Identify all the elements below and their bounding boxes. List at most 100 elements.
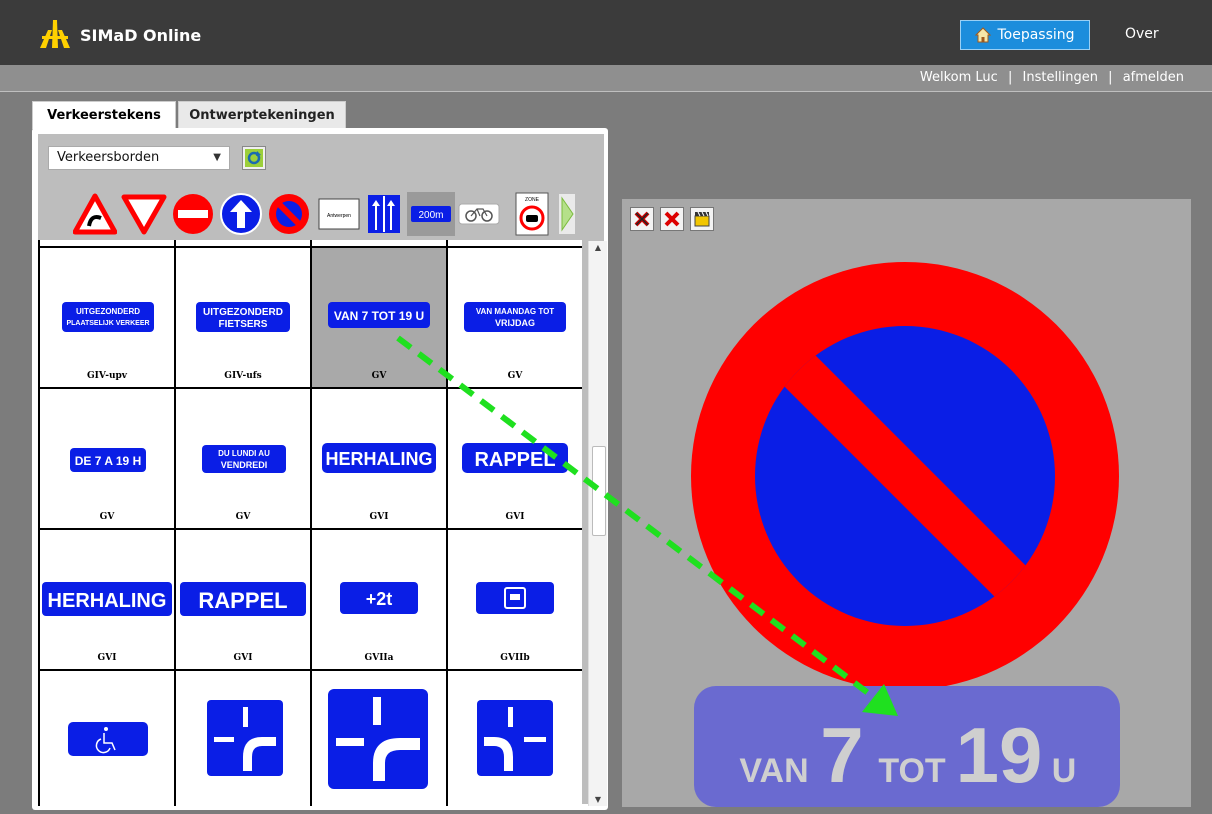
sign-cell-gvi[interactable]: HERHALING GVI [312, 389, 446, 528]
bicycle-plate-icon[interactable] [457, 198, 501, 230]
chevron-right-icon[interactable] [559, 194, 575, 234]
svg-text:VAN 7 TOT 19 U: VAN 7 TOT 19 U [334, 309, 424, 323]
preview-toolbar [630, 207, 714, 231]
svg-text:PLAATSELIJK VERKEER: PLAATSELIJK VERKEER [66, 320, 149, 327]
over-link[interactable]: Over [1125, 26, 1159, 42]
sign-image: +2t [340, 582, 418, 614]
no-entry-sign-icon[interactable] [171, 192, 215, 236]
lane-sign-icon[interactable] [367, 194, 401, 234]
time-plate-preview[interactable]: VAN 7 TOT 19 U [694, 686, 1120, 807]
clapboard-icon [694, 211, 710, 227]
sign-cell-gv[interactable]: DE 7 A 19 H GV [40, 389, 174, 528]
antwerpen-icon-text: Antwerpen [327, 213, 351, 219]
delete-x-icon [634, 211, 650, 227]
junction-sign-icon [328, 689, 428, 789]
svg-text:+2t: +2t [366, 589, 393, 609]
refresh-icon [245, 149, 263, 167]
scroll-thumb[interactable] [592, 446, 606, 536]
tab-ontwerptekeningen[interactable]: Ontwerptekeningen [178, 101, 346, 129]
svg-text:RAPPEL: RAPPEL [198, 588, 287, 613]
sign-preview-canvas[interactable]: VAN 7 TOT 19 U [622, 199, 1191, 807]
sign-label: GVI [97, 653, 117, 663]
delete-selected-button[interactable] [630, 207, 654, 231]
sign-cell[interactable] [312, 240, 446, 246]
sign-cell-giv-ufs[interactable]: UITGEZONDERD FIETSERS GIV-ufs [176, 248, 310, 387]
sign-cell-gviia[interactable]: +2t GVIIa [312, 530, 446, 669]
app-title: SIMaD Online [80, 26, 202, 45]
separator: | [1007, 70, 1013, 85]
sign-image: DU LUNDI AU VENDREDI [202, 445, 286, 473]
svg-text:DE 7 A 19 H: DE 7 A 19 H [75, 454, 141, 468]
toepassing-label: Toepassing [997, 27, 1075, 43]
sign-grid: UITGEZONDERD PLAATSELIJK VERKEER GIV-upv… [38, 240, 582, 806]
no-parking-sign-icon[interactable] [267, 192, 311, 236]
sign-cell-junction-big[interactable] [312, 671, 446, 806]
logout-link[interactable]: afmelden [1123, 70, 1184, 85]
sign-image: UITGEZONDERD PLAATSELIJK VERKEER [62, 302, 154, 332]
home-icon [975, 27, 992, 43]
yield-sign-icon[interactable] [121, 192, 167, 236]
direction-sign-icon[interactable]: Antwerpen [318, 198, 360, 230]
sign-cell[interactable] [40, 240, 174, 246]
welcome-text: Welkom Luc [919, 70, 998, 85]
road-logo-icon [40, 20, 70, 48]
sign-label: GV [99, 512, 115, 522]
sign-cell-gviib[interactable]: GVIIb [448, 530, 582, 669]
svg-text:DU LUNDI AU: DU LUNDI AU [218, 449, 270, 458]
chevron-down-icon: ▼ [213, 152, 221, 163]
zone-icon-text: ZONE [525, 197, 540, 203]
svg-text:VAN MAANDAG TOT: VAN MAANDAG TOT [476, 307, 554, 316]
sign-cell-gv[interactable]: DU LUNDI AU VENDREDI GV [176, 389, 310, 528]
sign-image: VAN MAANDAG TOT VRIJDAG [464, 302, 566, 332]
clapboard-button[interactable] [690, 207, 714, 231]
wheelchair-plate-icon [68, 722, 148, 756]
svg-text:HERHALING: HERHALING [48, 590, 167, 612]
tab-verkeerstekens[interactable]: Verkeerstekens [32, 101, 176, 129]
junction-sign-icon [207, 700, 283, 776]
sign-cell[interactable] [448, 240, 582, 246]
sign-cell-gvi[interactable]: HERHALING GVI [40, 530, 174, 669]
toepassing-button[interactable]: Toepassing [960, 20, 1090, 50]
sign-cell-gv[interactable]: VAN MAANDAG TOT VRIJDAG GV [448, 248, 582, 387]
sign-label: GIV-ufs [224, 371, 262, 381]
close-icon [664, 211, 680, 227]
svg-text:HERHALING: HERHALING [326, 449, 433, 469]
sign-image [476, 582, 554, 614]
plate-to: 19 [956, 711, 1043, 799]
svg-text:FIETSERS: FIETSERS [219, 319, 268, 330]
mandatory-arrow-sign-icon[interactable] [219, 192, 263, 236]
distance-plate-icon[interactable]: 200m [407, 192, 455, 236]
sign-label: GVI [233, 653, 253, 663]
sign-cell-junction-right[interactable] [448, 671, 582, 806]
warning-triangle-icon[interactable] [73, 192, 117, 236]
sign-cell-disabled-plate[interactable] [40, 671, 174, 806]
refresh-button[interactable] [242, 146, 266, 170]
sign-cell-gvi[interactable]: RAPPEL GVI [448, 389, 582, 528]
sign-cell-gv-selected[interactable]: VAN 7 TOT 19 U GV [312, 248, 446, 387]
sign-label: GVI [505, 512, 525, 522]
category-select-value: Verkeersborden [57, 150, 160, 165]
sign-grid-scrollbar[interactable]: ▲ ▼ [588, 241, 607, 806]
sign-cell-giv-upv[interactable]: UITGEZONDERD PLAATSELIJK VERKEER GIV-upv [40, 248, 174, 387]
settings-link[interactable]: Instellingen [1023, 70, 1099, 85]
plate-from: 7 [820, 711, 863, 799]
sign-label: GIV-upv [86, 371, 128, 381]
scroll-down-icon[interactable]: ▼ [589, 795, 607, 804]
no-parking-preview-sign[interactable] [690, 261, 1120, 691]
sign-image: HERHALING [42, 582, 172, 616]
separator: | [1108, 70, 1113, 85]
svg-text:VENDREDI: VENDREDI [221, 460, 268, 470]
sign-label: GVIIa [364, 653, 394, 663]
svg-text:RAPPEL: RAPPEL [474, 449, 555, 471]
zone-sign-icon[interactable]: ZONE [515, 192, 549, 236]
sign-category-bar: Antwerpen 200m ZONE [73, 192, 598, 236]
delete-all-button[interactable] [660, 207, 684, 231]
sign-image: RAPPEL [180, 582, 306, 616]
sign-cell[interactable] [176, 240, 310, 246]
sign-label: GVIIb [500, 653, 530, 663]
sign-cell-junction-left[interactable] [176, 671, 310, 806]
plate-tot: TOT [878, 752, 946, 790]
sign-cell-gvi[interactable]: RAPPEL GVI [176, 530, 310, 669]
category-select[interactable]: Verkeersborden ▼ [48, 146, 230, 170]
scroll-up-icon[interactable]: ▲ [589, 243, 607, 252]
